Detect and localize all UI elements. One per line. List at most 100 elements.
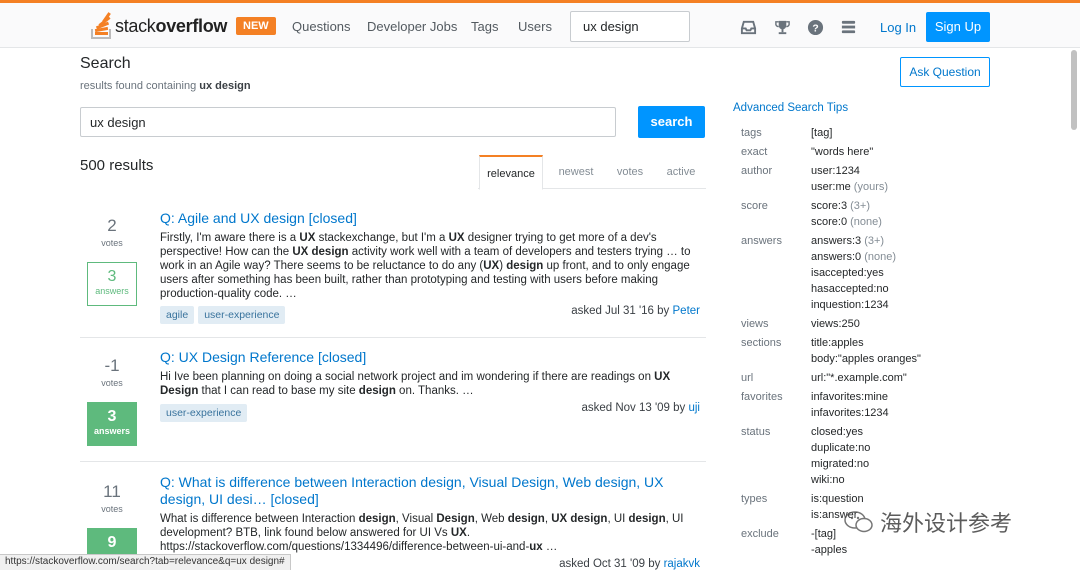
ask-question-button[interactable]: Ask Question xyxy=(900,57,990,87)
tip-value: infavorites:mine xyxy=(811,391,889,403)
tag[interactable]: user-experience xyxy=(198,306,286,324)
logo-text: stackoverflow xyxy=(115,15,228,36)
excerpt-text: that I can read to base my site xyxy=(198,385,359,397)
asked-info: asked Nov 13 '09 by uji xyxy=(581,402,700,414)
nav-developer-jobs[interactable]: Developer Jobs xyxy=(367,19,457,34)
tip-value: answers:3 (3+) xyxy=(811,235,885,247)
highlight-term: design xyxy=(358,513,396,525)
tab-newest[interactable]: newest xyxy=(550,155,602,189)
asked-info: asked Jul 31 '16 by Peter xyxy=(571,305,700,317)
answer-count: 3 answers xyxy=(87,262,137,306)
main-search-input[interactable]: ux design xyxy=(80,107,616,137)
result-title[interactable]: Q: What is difference between Interactio… xyxy=(160,474,670,508)
vote-count: 11 votes xyxy=(101,482,123,514)
result-excerpt: What is difference between Interaction d… xyxy=(160,512,705,554)
top-search-input[interactable]: ux design xyxy=(570,11,690,42)
tip-value: user:1234 xyxy=(811,165,860,177)
wechat-icon xyxy=(844,511,873,533)
highlight-term: design xyxy=(506,260,544,272)
tip-value: closed:yes xyxy=(811,426,863,438)
help-icon[interactable]: ? xyxy=(807,19,824,36)
login-link[interactable]: Log In xyxy=(880,20,916,35)
tip-value: is:question xyxy=(811,493,864,505)
tip-value: wiki:no xyxy=(811,474,845,486)
highlight-term: UX xyxy=(450,527,467,539)
new-badge: NEW xyxy=(236,17,276,35)
tip-value: user:me (yours) xyxy=(811,181,889,193)
tip-value: duplicate:no xyxy=(811,442,871,454)
highlight-term: UX design xyxy=(551,513,608,525)
tab-votes[interactable]: votes xyxy=(608,155,652,189)
result-tags: agile user-experience xyxy=(160,306,289,324)
excerpt-text: Firstly, I'm aware there is a xyxy=(160,232,300,244)
tip-value: score:3 (3+) xyxy=(811,200,871,212)
search-result: 2 votes 3 answers Q: Agile and UX design… xyxy=(80,198,706,338)
tip-key-sections: sections xyxy=(741,337,782,349)
user-link[interactable]: rajakvk xyxy=(664,558,700,570)
tip-key-score: score xyxy=(741,200,768,212)
tip-value: -apples xyxy=(811,544,848,556)
tip-value: url:"*.example.com" xyxy=(811,372,907,384)
user-link[interactable]: uji xyxy=(688,402,700,414)
tip-key-url: url xyxy=(741,372,754,384)
tip-key-types: types xyxy=(741,493,768,505)
svg-text:?: ? xyxy=(812,23,818,34)
browser-status-bar: https://stackoverflow.com/search?tab=rel… xyxy=(0,554,291,570)
tab-relevance[interactable]: relevance xyxy=(479,155,543,190)
excerpt-text: Hi Ive been planning on doing a social n… xyxy=(160,371,655,383)
trophy-icon[interactable] xyxy=(774,19,791,36)
scrollbar[interactable] xyxy=(1071,50,1077,130)
result-title[interactable]: Q: Agile and UX design [closed] xyxy=(160,210,680,227)
tip-key-exact: exact xyxy=(741,146,768,158)
stack-exchange-icon[interactable] xyxy=(840,19,857,36)
highlight-term: UX xyxy=(448,232,465,244)
tip-value: migrated:no xyxy=(811,458,870,470)
excerpt-text: stackexchange, but I'm a xyxy=(315,232,449,244)
inbox-icon[interactable] xyxy=(740,19,757,36)
highlight-term: UX xyxy=(299,232,316,244)
tip-value: isaccepted:yes xyxy=(811,267,884,279)
excerpt-text: , Visual xyxy=(395,513,437,525)
excerpt-text: on. Thanks. … xyxy=(395,385,474,397)
highlight-term: design xyxy=(628,513,666,525)
page-title: Search xyxy=(80,55,131,72)
nav-questions[interactable]: Questions xyxy=(292,19,351,34)
tip-value: infavorites:1234 xyxy=(811,407,889,419)
search-button[interactable]: search xyxy=(638,106,705,138)
excerpt-text: What is difference between Interaction xyxy=(160,513,359,525)
tip-value: [tag] xyxy=(811,127,833,139)
tag[interactable]: agile xyxy=(160,306,195,324)
top-bar: stackoverflow NEW Questions Developer Jo… xyxy=(0,0,1080,48)
excerpt-text: , UI xyxy=(607,513,629,525)
tip-value: title:apples xyxy=(811,337,864,349)
tip-value: views:250 xyxy=(811,318,860,330)
result-count: 500 results xyxy=(80,157,154,174)
tag[interactable]: user-experience xyxy=(160,404,248,422)
signup-button[interactable]: Sign Up xyxy=(926,12,990,42)
stackoverflow-logo-icon xyxy=(90,12,112,40)
tip-value: answers:0 (none) xyxy=(811,251,896,263)
stackoverflow-logo[interactable]: stackoverflow xyxy=(90,11,227,41)
vote-count: 2 votes xyxy=(101,216,123,248)
nav-tags[interactable]: Tags xyxy=(471,19,498,34)
nav-users[interactable]: Users xyxy=(518,19,552,34)
answer-count-accepted: 3 answers xyxy=(87,402,137,446)
tip-value: score:0 (none) xyxy=(811,216,882,228)
tip-key-answers: answers xyxy=(741,235,782,247)
result-title[interactable]: Q: UX Design Reference [closed] xyxy=(160,349,680,366)
tip-value: hasaccepted:no xyxy=(811,283,889,295)
tip-key-views: views xyxy=(741,318,769,330)
tip-key-author: author xyxy=(741,165,773,177)
asked-info: asked Oct 31 '09 by rajakvk xyxy=(559,558,700,570)
excerpt-text: , Web xyxy=(474,513,508,525)
tip-value: "words here" xyxy=(811,146,874,158)
highlight-term: UX design xyxy=(292,246,349,258)
highlight-term: design xyxy=(358,385,396,397)
tip-value: -[tag] xyxy=(811,528,837,540)
tab-active[interactable]: active xyxy=(658,155,704,189)
search-result: -1 votes 3 answers Q: UX Design Referenc… xyxy=(80,338,706,462)
tip-key-status: status xyxy=(741,426,771,438)
advanced-search-tips-link[interactable]: Advanced Search Tips xyxy=(733,102,848,114)
user-link[interactable]: Peter xyxy=(673,305,701,317)
highlight-term: design xyxy=(507,513,545,525)
